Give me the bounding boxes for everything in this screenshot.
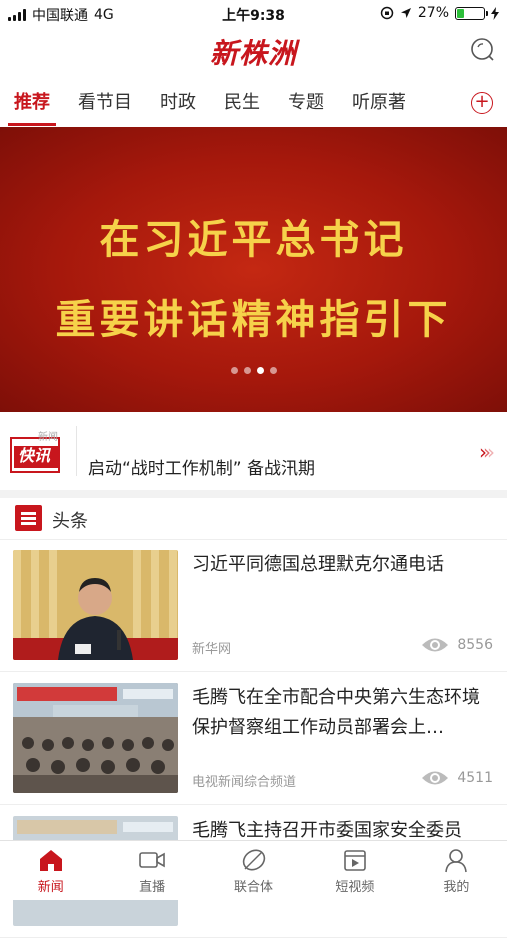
flash-badge-main: 快讯 bbox=[18, 446, 51, 465]
section-gap bbox=[0, 490, 507, 498]
news-title[interactable]: 习近平同德国总理默克尔通电话 bbox=[192, 550, 493, 580]
battery-percent: 27% bbox=[417, 5, 449, 21]
section-title: 头条 bbox=[52, 511, 88, 532]
add-channel-button[interactable]: + bbox=[471, 92, 493, 114]
battery-fill bbox=[457, 8, 465, 18]
banner-line-1: 在习近平总书记 bbox=[99, 217, 408, 263]
flash-badge-top: 新闻 bbox=[38, 432, 58, 443]
carousel-dots bbox=[0, 367, 507, 374]
headline-icon bbox=[15, 505, 42, 531]
bottom-nav: 新闻 直播 联合体 短视频 我的 bbox=[0, 840, 507, 900]
flash-news-text[interactable]: 启动“战时工作机制” 备战汛期 bbox=[88, 454, 315, 479]
eye-icon bbox=[422, 771, 449, 785]
nav-live[interactable]: 直播 bbox=[101, 841, 202, 900]
nav-label: 新闻 bbox=[37, 880, 64, 895]
tab-2[interactable]: 时政 bbox=[146, 80, 210, 126]
nav-label: 直播 bbox=[139, 880, 166, 895]
banner-carousel[interactable]: 在习近平总书记 重要讲话精神指引下 bbox=[0, 127, 507, 412]
eye-icon bbox=[422, 638, 449, 652]
nav-short-video[interactable]: 短视频 bbox=[304, 841, 405, 900]
carousel-dot[interactable] bbox=[230, 367, 238, 374]
tab-3[interactable]: 民生 bbox=[210, 80, 274, 126]
tab-0[interactable]: 推荐 bbox=[0, 80, 64, 126]
tab-5[interactable]: 听原著 bbox=[338, 80, 420, 126]
carousel-dot[interactable] bbox=[243, 367, 251, 374]
view-count: 4511 bbox=[457, 770, 493, 786]
film-icon bbox=[344, 850, 366, 871]
flash-news-bar[interactable]: 新闻 快讯 启动“战时工作机制” 备战汛期 ››› bbox=[0, 412, 507, 490]
tab-4[interactable]: 专题 bbox=[274, 80, 338, 126]
channel-tabs: 推荐 看节目 时政 民生 专题 听原著 bbox=[0, 80, 507, 126]
news-item[interactable]: 毛腾飞在全市配合中央第六生态环境保护督察组工作动员部署会上… 电视新闻综合频道 … bbox=[0, 673, 507, 805]
nav-news[interactable]: 新闻 bbox=[0, 841, 101, 900]
tab-1[interactable]: 看节目 bbox=[64, 80, 146, 126]
video-camera-icon bbox=[139, 852, 165, 868]
news-item[interactable]: 习近平同德国总理默克尔通电话 新华网 8556 bbox=[0, 540, 507, 672]
nav-label: 我的 bbox=[443, 880, 470, 895]
search-icon[interactable] bbox=[469, 36, 495, 62]
news-thumbnail bbox=[13, 683, 178, 793]
nav-union[interactable]: 联合体 bbox=[203, 841, 304, 900]
orientation-lock-icon bbox=[380, 6, 394, 20]
headline-section-header: 头条 bbox=[0, 498, 507, 540]
location-icon bbox=[400, 8, 411, 18]
view-count: 8556 bbox=[457, 637, 493, 653]
news-thumbnail bbox=[13, 550, 178, 660]
nav-label: 短视频 bbox=[335, 880, 375, 895]
banner-line-2: 重要讲话精神指引下 bbox=[55, 297, 452, 343]
leaf-icon bbox=[242, 849, 265, 871]
news-source: 电视新闻综合频道 bbox=[192, 775, 297, 790]
news-source: 新华网 bbox=[192, 642, 232, 657]
nav-mine[interactable]: 我的 bbox=[406, 841, 507, 900]
user-icon bbox=[445, 849, 468, 873]
battery-icon bbox=[455, 6, 488, 20]
carousel-dot[interactable] bbox=[269, 367, 277, 374]
app-logo: 新株洲 bbox=[209, 37, 297, 70]
status-bar: 中国联通 4G 上午9:38 27% bbox=[0, 0, 507, 28]
flash-more-arrows-icon[interactable]: ››› bbox=[479, 440, 495, 464]
charging-icon bbox=[491, 6, 499, 20]
carousel-dot[interactable] bbox=[256, 367, 264, 374]
news-views: 8556 bbox=[421, 636, 493, 654]
status-right: 27% bbox=[380, 5, 499, 21]
home-icon bbox=[39, 850, 62, 871]
news-views: 4511 bbox=[421, 769, 493, 787]
app-header: 新株洲 bbox=[0, 28, 507, 78]
flash-divider bbox=[76, 426, 77, 476]
news-title[interactable]: 毛腾飞在全市配合中央第六生态环境保护督察组工作动员部署会上… bbox=[192, 683, 493, 743]
nav-label: 联合体 bbox=[234, 880, 274, 895]
